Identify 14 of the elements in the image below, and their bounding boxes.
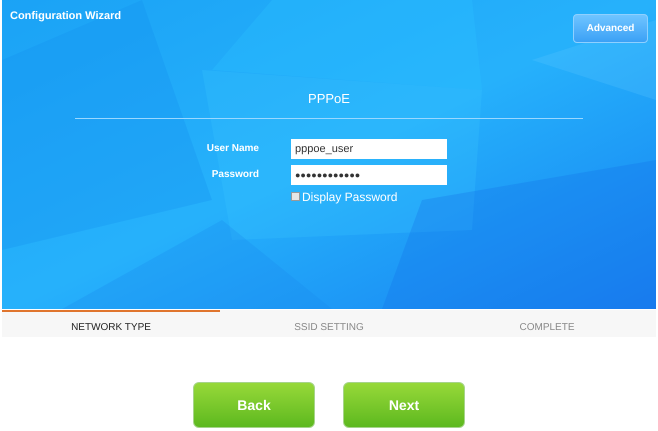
step-label: NETWORK TYPE <box>2 310 220 337</box>
step-label: SSID SETTING <box>293 321 365 335</box>
username-field[interactable]: pppoe_user <box>291 138 447 158</box>
checkbox[interactable] <box>291 192 300 201</box>
back-button[interactable]: Back <box>193 382 315 428</box>
window-title: Configuration Wizard <box>10 9 122 24</box>
field-label: User Name <box>206 142 259 156</box>
advanced-button[interactable]: Advanced <box>573 14 648 43</box>
checkbox-label: Display Password <box>302 188 398 206</box>
field-label: Password <box>210 168 259 182</box>
step-label: COMPLETE <box>518 321 576 335</box>
next-button[interactable]: Next <box>343 382 465 428</box>
password-field[interactable]: ●●●●●●●●●●●● <box>291 164 447 184</box>
section-title: PPPoE <box>308 90 350 108</box>
